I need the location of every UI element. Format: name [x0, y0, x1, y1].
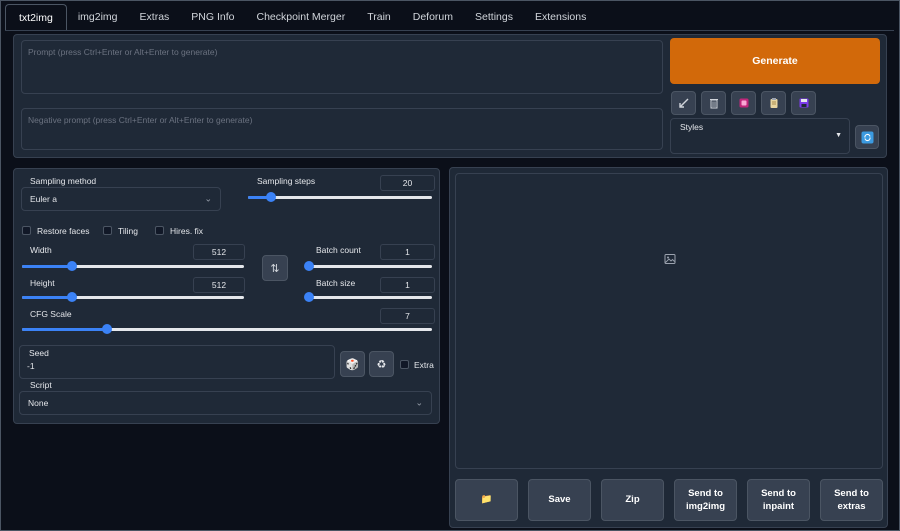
script-value: None: [28, 398, 49, 408]
random-seed-button[interactable]: 🎲: [340, 351, 365, 377]
folder-icon: 📁: [480, 494, 493, 506]
prompt-input[interactable]: Prompt (press Ctrl+Enter or Alt+Enter to…: [21, 40, 663, 94]
zip-button[interactable]: Zip: [601, 479, 664, 521]
sampling-method-select[interactable]: Euler a ⌄: [21, 187, 221, 211]
cfg-scale-input[interactable]: 7: [380, 308, 435, 324]
send-to-inpaint-button[interactable]: Send to inpaint: [747, 479, 810, 521]
seed-box: Seed -1: [19, 345, 335, 379]
seed-label: Seed: [29, 348, 49, 358]
batch-count-input[interactable]: 1: [380, 244, 435, 260]
open-folder-button[interactable]: 📁: [455, 479, 518, 521]
styles-label: Styles: [680, 122, 704, 132]
image-icon: [664, 254, 676, 264]
cfg-scale-label: CFG Scale: [30, 309, 72, 319]
save-icon[interactable]: [791, 91, 816, 115]
hires-fix-checkbox[interactable]: [155, 226, 164, 235]
refresh-styles-button[interactable]: [855, 125, 879, 149]
cfg-scale-slider[interactable]: [22, 324, 432, 334]
generate-button[interactable]: Generate: [670, 38, 880, 84]
output-image-area: [455, 173, 883, 469]
swap-icon: ⇅: [270, 262, 280, 275]
height-label: Height: [30, 278, 55, 288]
script-select[interactable]: None ⌄: [19, 391, 432, 415]
slider-thumb[interactable]: [67, 292, 78, 302]
trash-icon[interactable]: [701, 91, 726, 115]
batch-size-slider[interactable]: [304, 292, 432, 302]
extra-seed-checkbox[interactable]: [400, 360, 409, 369]
tab-deforum[interactable]: Deforum: [402, 4, 464, 29]
sampling-steps-label: Sampling steps: [257, 176, 316, 186]
script-label: Script: [30, 380, 52, 390]
tab-txt2img[interactable]: txt2img: [5, 4, 67, 31]
refresh-icon: [861, 131, 873, 143]
extra-seed-label: Extra: [414, 360, 434, 370]
sampling-method-value: Euler a: [30, 194, 57, 204]
restore-faces-label: Restore faces: [37, 226, 90, 236]
slider-thumb[interactable]: [266, 192, 277, 202]
swap-dimensions-button[interactable]: ⇅: [262, 255, 288, 281]
batch-count-slider[interactable]: [304, 261, 432, 271]
tab-train[interactable]: Train: [356, 4, 402, 29]
width-slider[interactable]: [22, 261, 244, 271]
tiling-checkbox[interactable]: [103, 226, 112, 235]
chevron-down-icon: ▼: [835, 132, 842, 139]
hires-fix-label: Hires. fix: [170, 226, 204, 236]
slider-thumb[interactable]: [101, 324, 112, 334]
seed-input[interactable]: -1: [27, 361, 35, 371]
negative-prompt-input[interactable]: Negative prompt (press Ctrl+Enter or Alt…: [21, 108, 663, 150]
arrow-icon[interactable]: [671, 91, 696, 115]
clipboard-icon[interactable]: [761, 91, 786, 115]
tab-img2img[interactable]: img2img: [67, 4, 129, 29]
width-input[interactable]: 512: [193, 244, 245, 260]
tab-checkpoint-merger[interactable]: Checkpoint Merger: [245, 4, 356, 29]
save-button[interactable]: Save: [528, 479, 591, 521]
tab-bar: txt2img img2img Extras PNG Info Checkpoi…: [5, 4, 597, 31]
height-slider[interactable]: [22, 292, 244, 302]
tab-divider: [5, 30, 894, 31]
restore-faces-checkbox[interactable]: [22, 226, 31, 235]
tab-settings[interactable]: Settings: [464, 4, 524, 29]
slider-thumb[interactable]: [304, 261, 315, 271]
send-to-extras-button[interactable]: Send to extras: [820, 479, 883, 521]
dice-icon: 🎲: [345, 358, 360, 371]
batch-size-label: Batch size: [316, 278, 356, 288]
slider-thumb[interactable]: [67, 261, 78, 271]
tab-extensions[interactable]: Extensions: [524, 4, 597, 29]
tiling-label: Tiling: [118, 226, 138, 236]
batch-count-label: Batch count: [316, 245, 361, 255]
art-icon[interactable]: [731, 91, 756, 115]
sampling-steps-slider[interactable]: [248, 192, 432, 202]
width-label: Width: [30, 245, 52, 255]
batch-size-input[interactable]: 1: [380, 277, 435, 293]
tab-png-info[interactable]: PNG Info: [180, 4, 245, 29]
send-to-img2img-button[interactable]: Send to img2img: [674, 479, 737, 521]
chevron-down-icon: ⌄: [204, 193, 212, 204]
sampling-steps-input[interactable]: 20: [380, 175, 435, 191]
sampling-method-label: Sampling method: [30, 176, 97, 186]
tab-extras[interactable]: Extras: [129, 4, 181, 29]
recycle-icon: ♻: [376, 358, 387, 371]
reuse-seed-button[interactable]: ♻: [369, 351, 394, 377]
styles-dropdown[interactable]: Styles ▼: [670, 118, 850, 154]
chevron-down-icon: ⌄: [415, 397, 423, 408]
height-input[interactable]: 512: [193, 277, 245, 293]
slider-thumb[interactable]: [304, 292, 315, 302]
